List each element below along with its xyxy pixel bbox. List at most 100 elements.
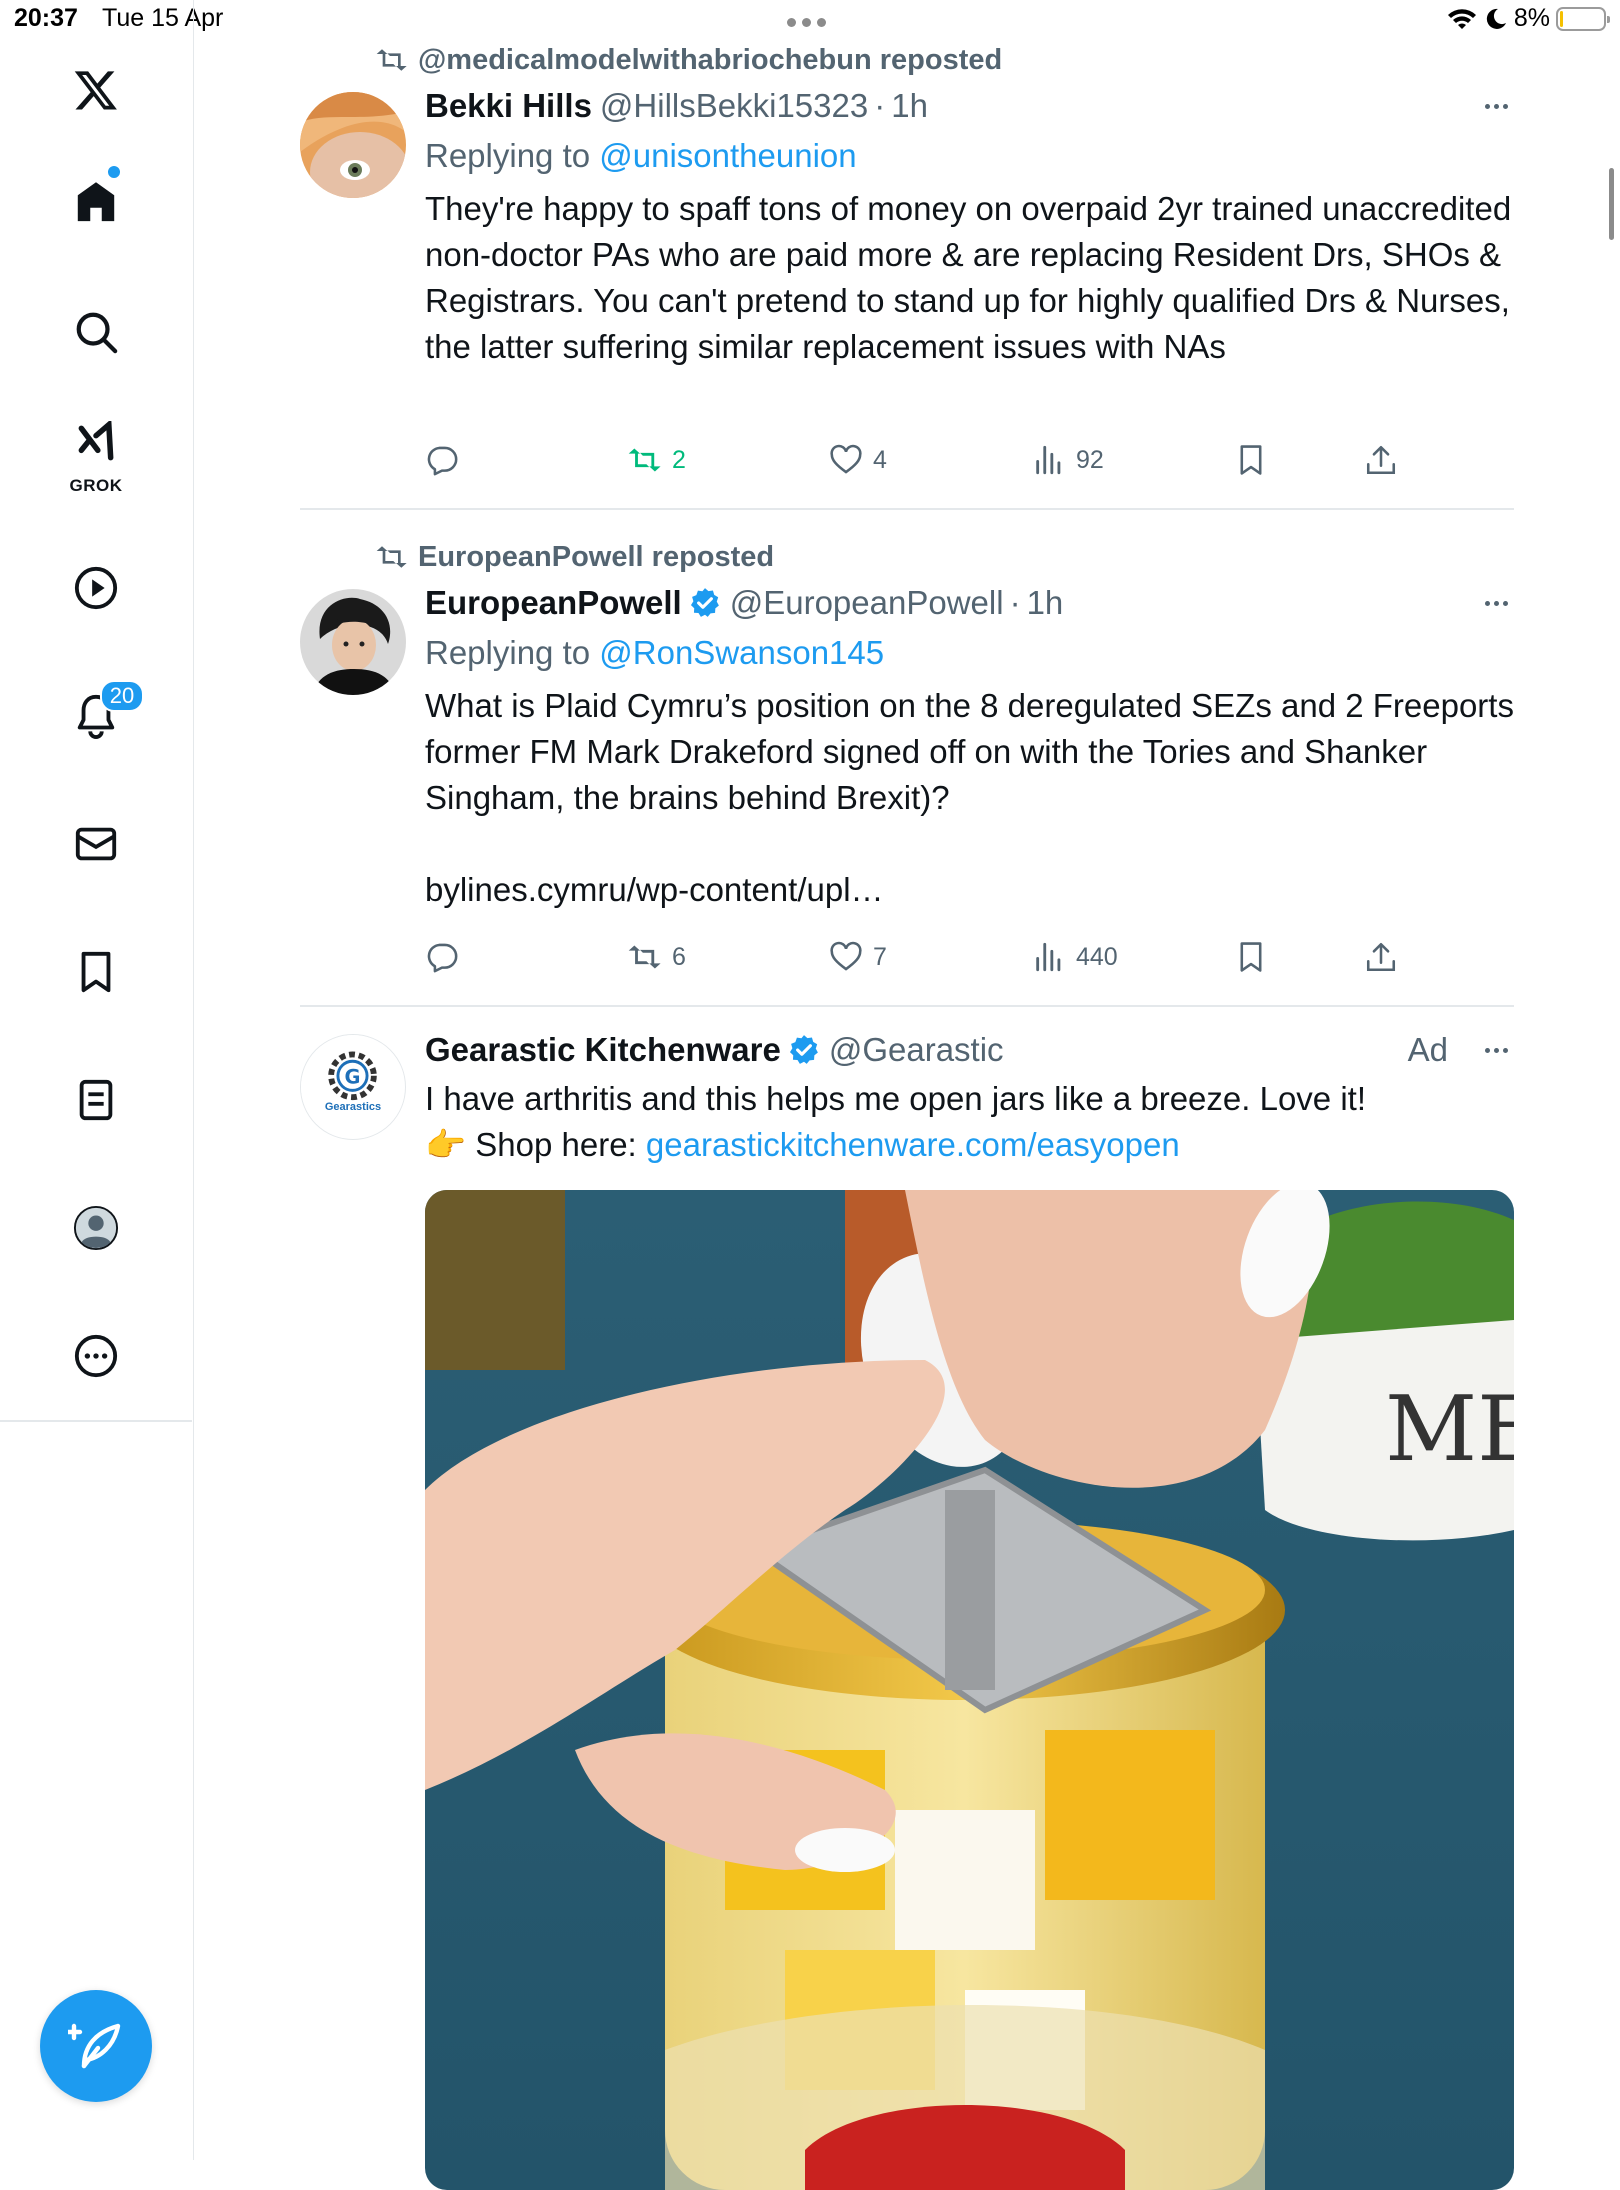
grok-icon: [78, 421, 114, 461]
x-logo-glyph: [74, 71, 117, 110]
separator-dot: ·: [1009, 584, 1021, 621]
like-button[interactable]: 7: [829, 935, 887, 979]
views-icon: [1036, 445, 1061, 475]
sidebar-item-messages[interactable]: [48, 796, 144, 892]
profile-icon: [73, 1205, 119, 1251]
bookmark-button[interactable]: [1234, 438, 1268, 482]
more-options-icon[interactable]: [1478, 581, 1514, 625]
promoted-tweet[interactable]: G Gearastics Gearastic Kitchenware @Gear…: [300, 1028, 1514, 2190]
view-count: 440: [1076, 942, 1118, 971]
sidebar-item-more[interactable]: [48, 1308, 144, 1404]
author-name[interactable]: EuropeanPowell: [425, 584, 682, 622]
home-unread-dot: [106, 164, 122, 180]
heart-icon: [830, 941, 862, 971]
compose-button[interactable]: [40, 1990, 152, 2102]
tweet-header: Bekki Hills @HillsBekki15323 · 1h: [425, 84, 1514, 128]
bookmark-icon: [81, 951, 111, 993]
avatar-image: [300, 92, 406, 198]
bookmark-icon: [1240, 445, 1262, 475]
sidebar-item-bookmarks[interactable]: [48, 924, 144, 1020]
tweet-header: Gearastic Kitchenware @Gearastic: [425, 1028, 1514, 1072]
retweet-icon: [628, 945, 661, 969]
views-button[interactable]: 92: [1032, 438, 1104, 482]
avatar[interactable]: [300, 589, 406, 695]
author-handle[interactable]: @HillsBekki15323: [600, 87, 868, 125]
x-logo-icon[interactable]: [48, 42, 144, 138]
author-handle[interactable]: @Gearastic: [829, 1031, 1004, 1069]
tweet-body: EuropeanPowell @EuropeanPowell · 1h Repl…: [425, 581, 1514, 913]
verified-badge-icon[interactable]: [787, 1033, 821, 1067]
reposted-by-label[interactable]: EuropeanPowell reposted: [418, 541, 774, 574]
retweet-button[interactable]: 6: [628, 935, 686, 979]
retweet-count: 2: [672, 445, 686, 474]
author-name[interactable]: Bekki Hills: [425, 87, 592, 125]
jar-opener-video-frame: ME: [425, 1190, 1514, 2190]
sidebar-divider: [0, 1420, 192, 1422]
share-button[interactable]: [1364, 935, 1398, 979]
sidebar-item-notifications[interactable]: 20: [48, 668, 144, 764]
retweet-button[interactable]: 2: [628, 438, 686, 482]
view-count: 92: [1076, 445, 1104, 474]
more-options-icon[interactable]: [1478, 84, 1514, 128]
multitasking-dots-icon[interactable]: [787, 14, 833, 27]
list-icon: [79, 1079, 113, 1121]
reply-button[interactable]: [425, 438, 469, 482]
like-count: 7: [873, 942, 887, 971]
status-indicators: 8%: [1446, 4, 1610, 33]
sidebar-item-lists[interactable]: [48, 1052, 144, 1148]
battery-icon: [1556, 6, 1610, 31]
tweet-media-video[interactable]: ME: [425, 1190, 1514, 2190]
reposted-by-label[interactable]: @medicalmodelwithabriochebun reposted: [418, 44, 1002, 77]
search-icon: [76, 312, 118, 354]
svg-text:ME: ME: [1385, 1377, 1514, 1482]
author-name[interactable]: Gearastic Kitchenware: [425, 1031, 781, 1069]
tweet-time[interactable]: 1h: [1027, 584, 1064, 622]
mail-icon: [75, 827, 117, 861]
avatar[interactable]: G Gearastics: [300, 1034, 406, 1140]
heart-icon: [830, 444, 862, 474]
scrollbar[interactable]: [1609, 168, 1614, 240]
bookmark-button[interactable]: [1234, 935, 1268, 979]
reply-button[interactable]: [425, 935, 469, 979]
gear-logo-icon: G: [301, 1035, 404, 1138]
wifi-icon: [1447, 8, 1476, 29]
compose-icon: [68, 2023, 121, 2069]
replying-label: Replying to: [425, 137, 600, 174]
sidebar-item-home[interactable]: [48, 154, 144, 250]
sidebar-item-profile[interactable]: [48, 1180, 144, 1276]
separator-dot: ·: [874, 87, 886, 124]
sidebar-item-video[interactable]: [48, 540, 144, 636]
shop-link[interactable]: gearastickitchenware.com/easyopen: [646, 1126, 1180, 1163]
reply-icon: [427, 943, 458, 973]
replying-label: Replying to: [425, 634, 600, 671]
sidebar-item-search[interactable]: [48, 284, 144, 380]
tweet[interactable]: @medicalmodelwithabriochebun reposted Be…: [300, 40, 1514, 508]
shop-line: 👉 Shop here: gearastickitchenware.com/ea…: [425, 1122, 1514, 1168]
svg-text:G: G: [345, 1066, 361, 1089]
tweet-header: EuropeanPowell @EuropeanPowell · 1h: [425, 581, 1514, 625]
tweet[interactable]: EuropeanPowell reposted EuropeanPowell @…: [300, 537, 1514, 1005]
more-options-icon[interactable]: [1478, 1028, 1514, 1072]
verified-badge-icon[interactable]: [688, 586, 722, 620]
replying-to-link[interactable]: @unisontheunion: [599, 137, 856, 174]
more-circle-icon: [74, 1334, 118, 1378]
avatar[interactable]: [300, 92, 406, 198]
sidebar-item-grok[interactable]: GROK: [48, 406, 144, 502]
tweet-text: What is Plaid Cymru’s position on the 8 …: [425, 687, 1514, 816]
repost-context: EuropeanPowell reposted: [376, 539, 774, 575]
replying-to-link[interactable]: @RonSwanson145: [599, 634, 884, 671]
tweet-link[interactable]: bylines.cymru/wp-content/upl…: [425, 867, 1514, 913]
share-button[interactable]: [1364, 438, 1398, 482]
like-button[interactable]: 4: [829, 438, 887, 482]
tweet-body: Bekki Hills @HillsBekki15323 · 1h Replyi…: [425, 84, 1514, 370]
battery-level: [1560, 10, 1563, 27]
play-icon: [74, 566, 118, 610]
views-button[interactable]: 440: [1032, 935, 1118, 979]
views-icon: [1036, 942, 1061, 972]
author-handle[interactable]: @EuropeanPowell: [730, 584, 1004, 622]
notifications-badge: 20: [100, 680, 144, 712]
reply-icon: [427, 446, 458, 476]
tweet-time[interactable]: 1h: [891, 87, 928, 125]
home-icon: [77, 182, 115, 222]
avatar-brand-text: Gearastics: [324, 1101, 382, 1113]
